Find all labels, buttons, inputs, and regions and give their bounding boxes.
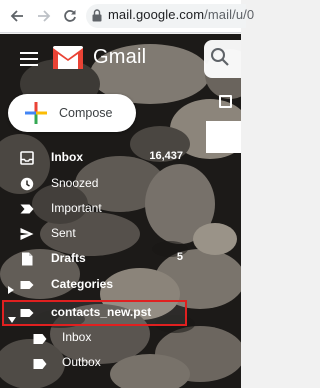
browser-address-bar: mail.google.com/mail/u/0	[0, 0, 254, 33]
compose-plus-icon	[25, 102, 47, 124]
sidebar-item-label: Inbox	[62, 330, 92, 344]
sidebar-item-drafts[interactable]: Drafts 5	[0, 248, 206, 270]
forward-arrow-icon[interactable]	[37, 9, 51, 23]
sidebar-item-label: Inbox	[51, 150, 83, 164]
compose-label: Compose	[59, 106, 113, 120]
unread-count: 16,437	[149, 150, 183, 162]
sidebar-subitem-outbox[interactable]: Outbox	[0, 352, 206, 374]
sidebar-item-label: Drafts	[51, 251, 86, 265]
send-icon	[20, 227, 34, 241]
sidebar-item-label: Sent	[51, 226, 76, 240]
select-all-checkbox[interactable]	[219, 95, 232, 108]
sidebar-item-label: Categories	[51, 277, 114, 291]
main-menu-icon[interactable]	[20, 52, 38, 66]
sidebar-item-important[interactable]: Important	[0, 198, 206, 220]
sidebar-item-label: Snoozed	[51, 176, 99, 190]
sidebar-item-categories[interactable]: Categories	[0, 274, 206, 296]
label-icon	[20, 306, 34, 320]
lock-icon	[92, 9, 102, 22]
reload-icon[interactable]	[63, 9, 77, 23]
sidebar-item-inbox[interactable]: Inbox 16,437	[0, 147, 206, 169]
sidebar-item-label: contacts_new.pst	[51, 305, 152, 319]
mail-list-panel	[206, 121, 241, 153]
gmail-app: Gmail Compose Inbox 16,437 Snoozed Impor…	[0, 34, 241, 388]
sidebar-item-contacts-new-pst[interactable]: contacts_new.pst	[0, 302, 206, 324]
label-icon	[33, 357, 47, 369]
important-label-icon	[20, 202, 34, 216]
search-icon[interactable]	[210, 47, 230, 67]
label-icon	[33, 332, 47, 344]
caret-down-icon[interactable]	[8, 310, 16, 323]
draft-count: 5	[176, 251, 183, 263]
inbox-icon	[20, 151, 34, 165]
sidebar-item-label: Important	[51, 201, 102, 215]
url-text[interactable]: mail.google.com/mail/u/0	[108, 7, 254, 22]
back-arrow-icon[interactable]	[10, 9, 24, 23]
url-path: /mail/u/0	[204, 7, 255, 22]
caret-right-icon[interactable]	[8, 281, 14, 294]
sidebar-subitem-inbox[interactable]: Inbox	[0, 327, 206, 349]
label-icon	[20, 278, 34, 292]
gmail-logo[interactable]	[53, 46, 83, 69]
draft-icon	[20, 252, 34, 266]
app-title: Gmail	[93, 46, 147, 68]
url-host: mail.google.com	[108, 7, 205, 22]
sidebar-item-sent[interactable]: Sent	[0, 223, 206, 245]
compose-button[interactable]: Compose	[8, 94, 136, 132]
sidebar-item-snoozed[interactable]: Snoozed	[0, 173, 206, 195]
sidebar-item-label: Outbox	[62, 355, 101, 369]
clock-icon	[20, 177, 34, 191]
